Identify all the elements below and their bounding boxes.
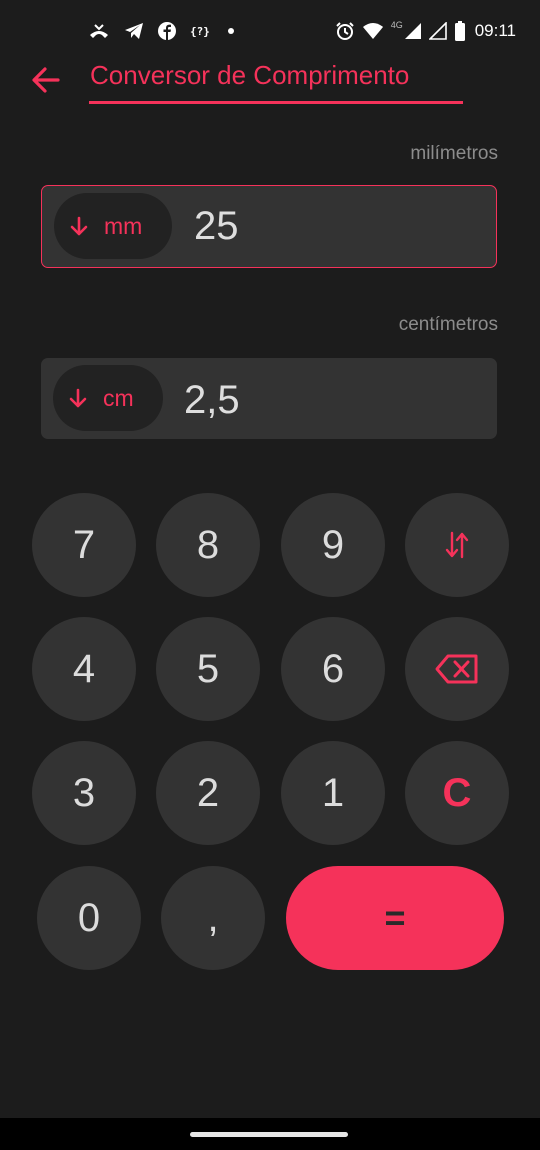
unit-label-cm: cm — [103, 384, 134, 411]
network-type: 4G — [390, 20, 403, 30]
swap-units-button[interactable] — [405, 493, 509, 597]
key-2[interactable]: 2 — [156, 741, 260, 845]
alarm-icon — [335, 22, 354, 40]
backspace-button[interactable] — [405, 617, 509, 721]
key-9[interactable]: 9 — [281, 493, 385, 597]
key-5[interactable]: 5 — [156, 617, 260, 721]
key-6[interactable]: 6 — [281, 617, 385, 721]
battery-icon — [454, 21, 465, 41]
key-1[interactable]: 1 — [281, 741, 385, 845]
key-0[interactable]: 0 — [37, 866, 141, 970]
missed-call-icon — [90, 24, 108, 38]
unit-label-mm: mm — [104, 212, 143, 239]
field-label-mm: milímetros — [410, 143, 498, 164]
dot-icon — [227, 28, 234, 34]
arrow-down-icon — [69, 388, 87, 408]
key-7[interactable]: 7 — [32, 493, 136, 597]
swap-vertical-icon — [445, 531, 469, 559]
signal-icon — [404, 23, 421, 39]
clock: 09:11 — [474, 21, 516, 40]
unit-selector-mm[interactable]: mm — [54, 193, 172, 259]
system-icons: 4G 09:11 — [335, 19, 516, 43]
home-handle[interactable] — [190, 1132, 348, 1137]
key-3[interactable]: 3 — [32, 741, 136, 845]
equals-button[interactable]: = — [286, 866, 504, 970]
facebook-icon — [158, 22, 176, 40]
telegram-icon — [125, 23, 143, 39]
status-bar: {?} 4G 09:11 — [0, 0, 540, 60]
field-label-cm: centímetros — [398, 314, 498, 335]
navigation-bar — [0, 1118, 540, 1150]
braces-icon: {?} — [190, 24, 210, 38]
key-8[interactable]: 8 — [156, 493, 260, 597]
backspace-icon — [435, 654, 478, 684]
value-mm: 25 — [194, 204, 239, 248]
arrow-left-icon — [32, 67, 60, 93]
comma-button[interactable]: , — [161, 866, 265, 970]
key-4[interactable]: 4 — [32, 617, 136, 721]
page-title: Conversor de Comprimento — [90, 60, 410, 90]
back-button[interactable] — [30, 64, 62, 96]
input-field-mm[interactable]: mm 25 — [41, 185, 497, 268]
signal-icon — [428, 22, 447, 40]
title-underline — [89, 101, 463, 104]
clear-button[interactable]: C — [405, 741, 509, 845]
unit-selector-cm[interactable]: cm — [53, 365, 163, 431]
app-header: Conversor de Comprimento — [0, 60, 540, 120]
wifi-icon — [362, 23, 383, 39]
notification-icons: {?} — [88, 19, 234, 43]
value-cm: 2,5 — [184, 378, 240, 422]
arrow-down-icon — [70, 216, 88, 236]
input-field-cm[interactable]: cm 2,5 — [41, 358, 497, 439]
